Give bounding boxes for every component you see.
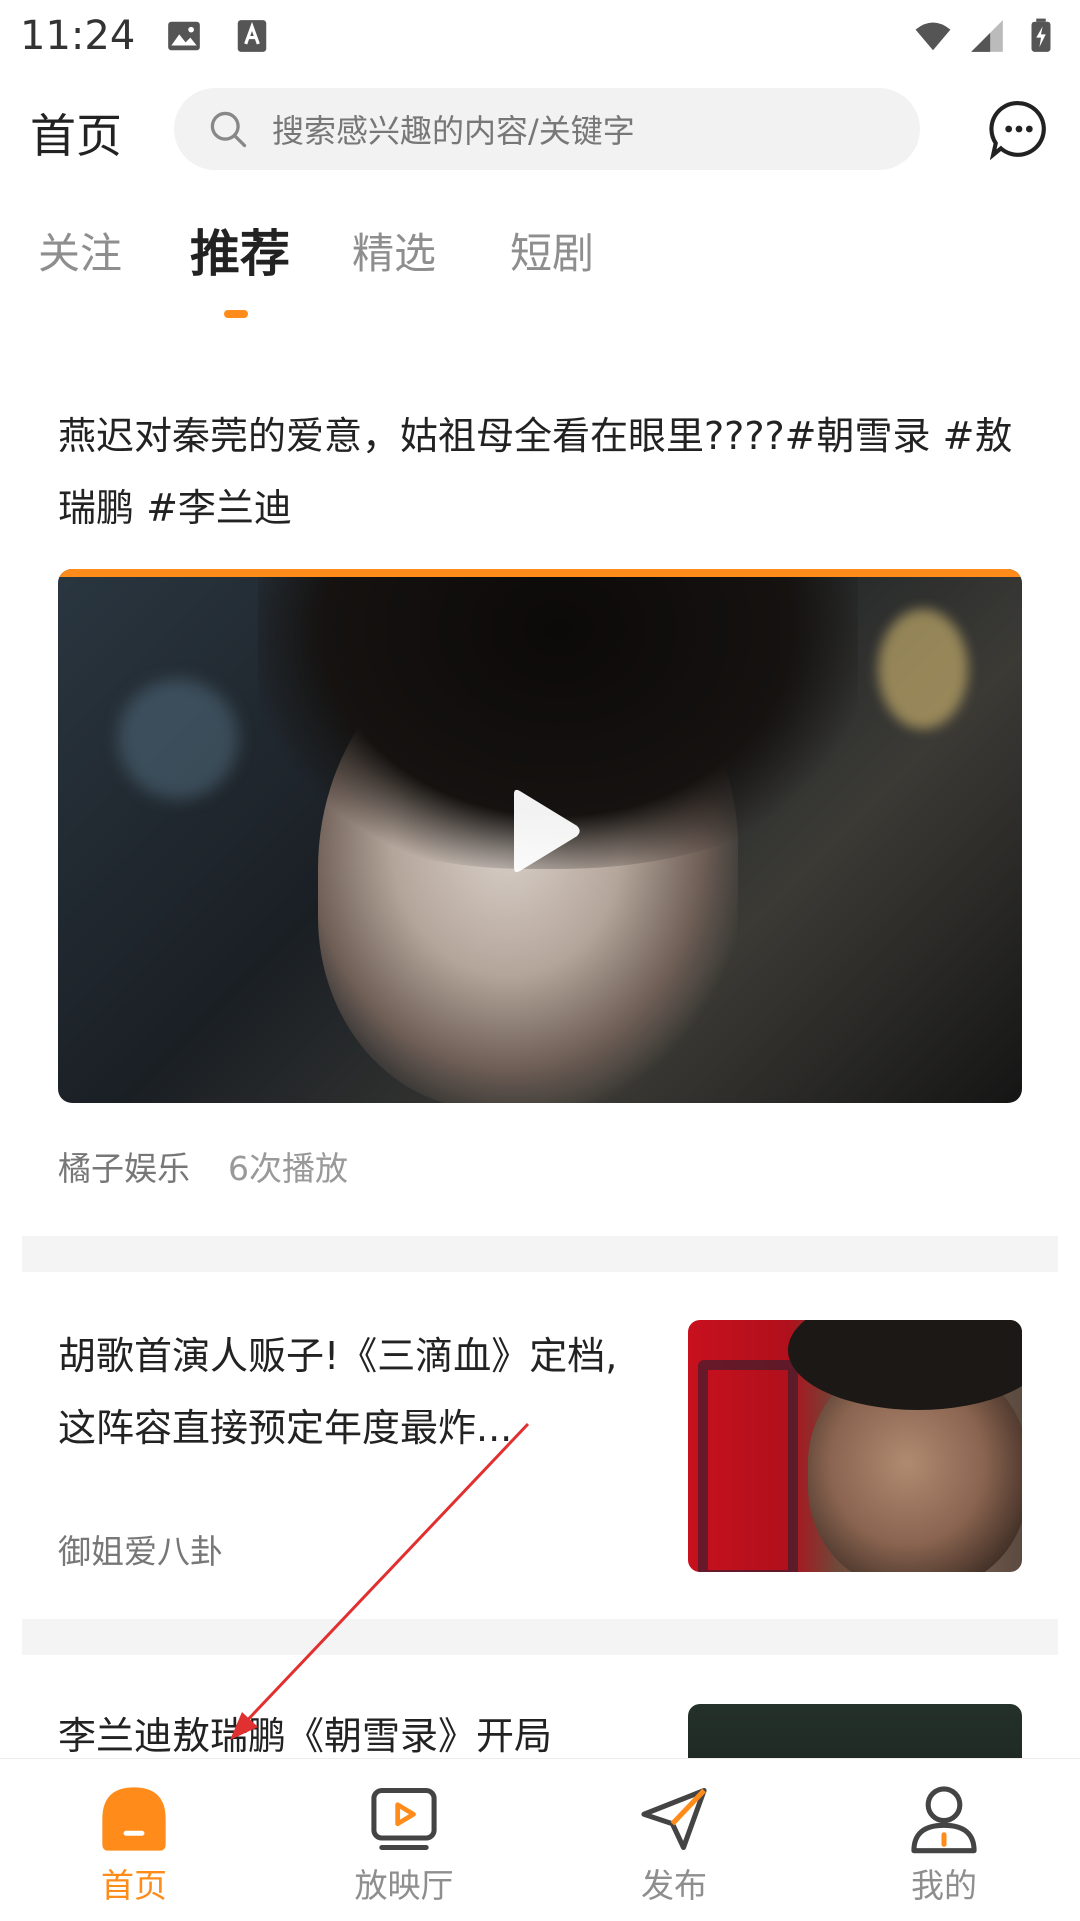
search-icon: [210, 111, 247, 148]
nav-item-screening-room[interactable]: 放映厅: [304, 1759, 504, 1921]
feed-item-title[interactable]: 燕迟对秦莞的爱意，姑祖母全看在眼里????#朝雪录 #敖瑞鹏 #李兰迪: [58, 400, 1018, 544]
gallery-notification-icon: [168, 21, 201, 51]
feed-item-plays: 6次播放: [228, 1149, 348, 1188]
status-time: 11:24: [20, 13, 136, 59]
screening-room-icon: [371, 1787, 437, 1851]
nav-item-home[interactable]: 首页: [34, 1759, 234, 1921]
feed-item-source[interactable]: 橘子娱乐: [58, 1149, 190, 1188]
status-bar: 11:24: [0, 0, 1080, 72]
nav-label: 首页: [101, 1866, 167, 1905]
nav-label: 我的: [911, 1866, 977, 1905]
tab-recommended[interactable]: 推荐: [190, 214, 290, 286]
feed-item-thumbnail[interactable]: [688, 1320, 1022, 1572]
tab-short-drama[interactable]: 短剧: [510, 220, 594, 281]
status-right: [914, 17, 1060, 55]
nav-item-profile[interactable]: 我的: [844, 1759, 1044, 1921]
nav-label: 放映厅: [354, 1866, 454, 1905]
home-icon: [102, 1787, 166, 1851]
search-placeholder: 搜索感兴趣的内容/关键字: [272, 112, 635, 150]
feed-item-title[interactable]: 胡歌首演人贩子!《三滴血》定档,这阵容直接预定年度最炸...: [58, 1320, 638, 1464]
video-progress-line: [58, 569, 1022, 577]
feed-divider: [22, 1236, 1058, 1272]
search-bar[interactable]: 搜索感兴趣的内容/关键字: [174, 88, 920, 170]
status-left: 11:24: [20, 13, 271, 59]
feed-divider: [22, 1619, 1058, 1655]
thumbnail-poster-text: [698, 1360, 798, 1572]
nav-label: 发布: [641, 1866, 707, 1905]
tab-follow[interactable]: 关注: [38, 220, 122, 281]
battery-charging-icon: [1031, 18, 1051, 52]
play-icon[interactable]: [488, 779, 592, 883]
nav-item-publish[interactable]: 发布: [574, 1759, 774, 1921]
video-background-light: [878, 609, 968, 729]
wifi-icon: [915, 22, 951, 51]
feed-item-source[interactable]: 御姐爱八卦: [58, 1525, 223, 1573]
text-notification-icon: [238, 20, 267, 52]
cellular-signal-icon: [971, 20, 1003, 52]
feed-item-meta: 橘子娱乐 6次播放: [58, 1142, 348, 1190]
page-title: 首页: [30, 109, 122, 163]
video-player[interactable]: [58, 569, 1022, 1103]
tab-featured[interactable]: 精选: [352, 220, 436, 281]
bottom-navigation: 首页 放映厅 发布 我的: [0, 1758, 1080, 1921]
publish-icon: [641, 1787, 707, 1851]
active-tab-indicator: [224, 310, 248, 318]
profile-icon: [911, 1786, 977, 1854]
category-tabs: 关注 推荐 精选 短剧: [0, 220, 1080, 330]
thumbnail-hair: [788, 1320, 1022, 1410]
chat-bubble-icon[interactable]: [988, 98, 1050, 160]
video-background: [118, 679, 238, 799]
top-bar: 首页 搜索感兴趣的内容/关键字: [0, 88, 1080, 172]
